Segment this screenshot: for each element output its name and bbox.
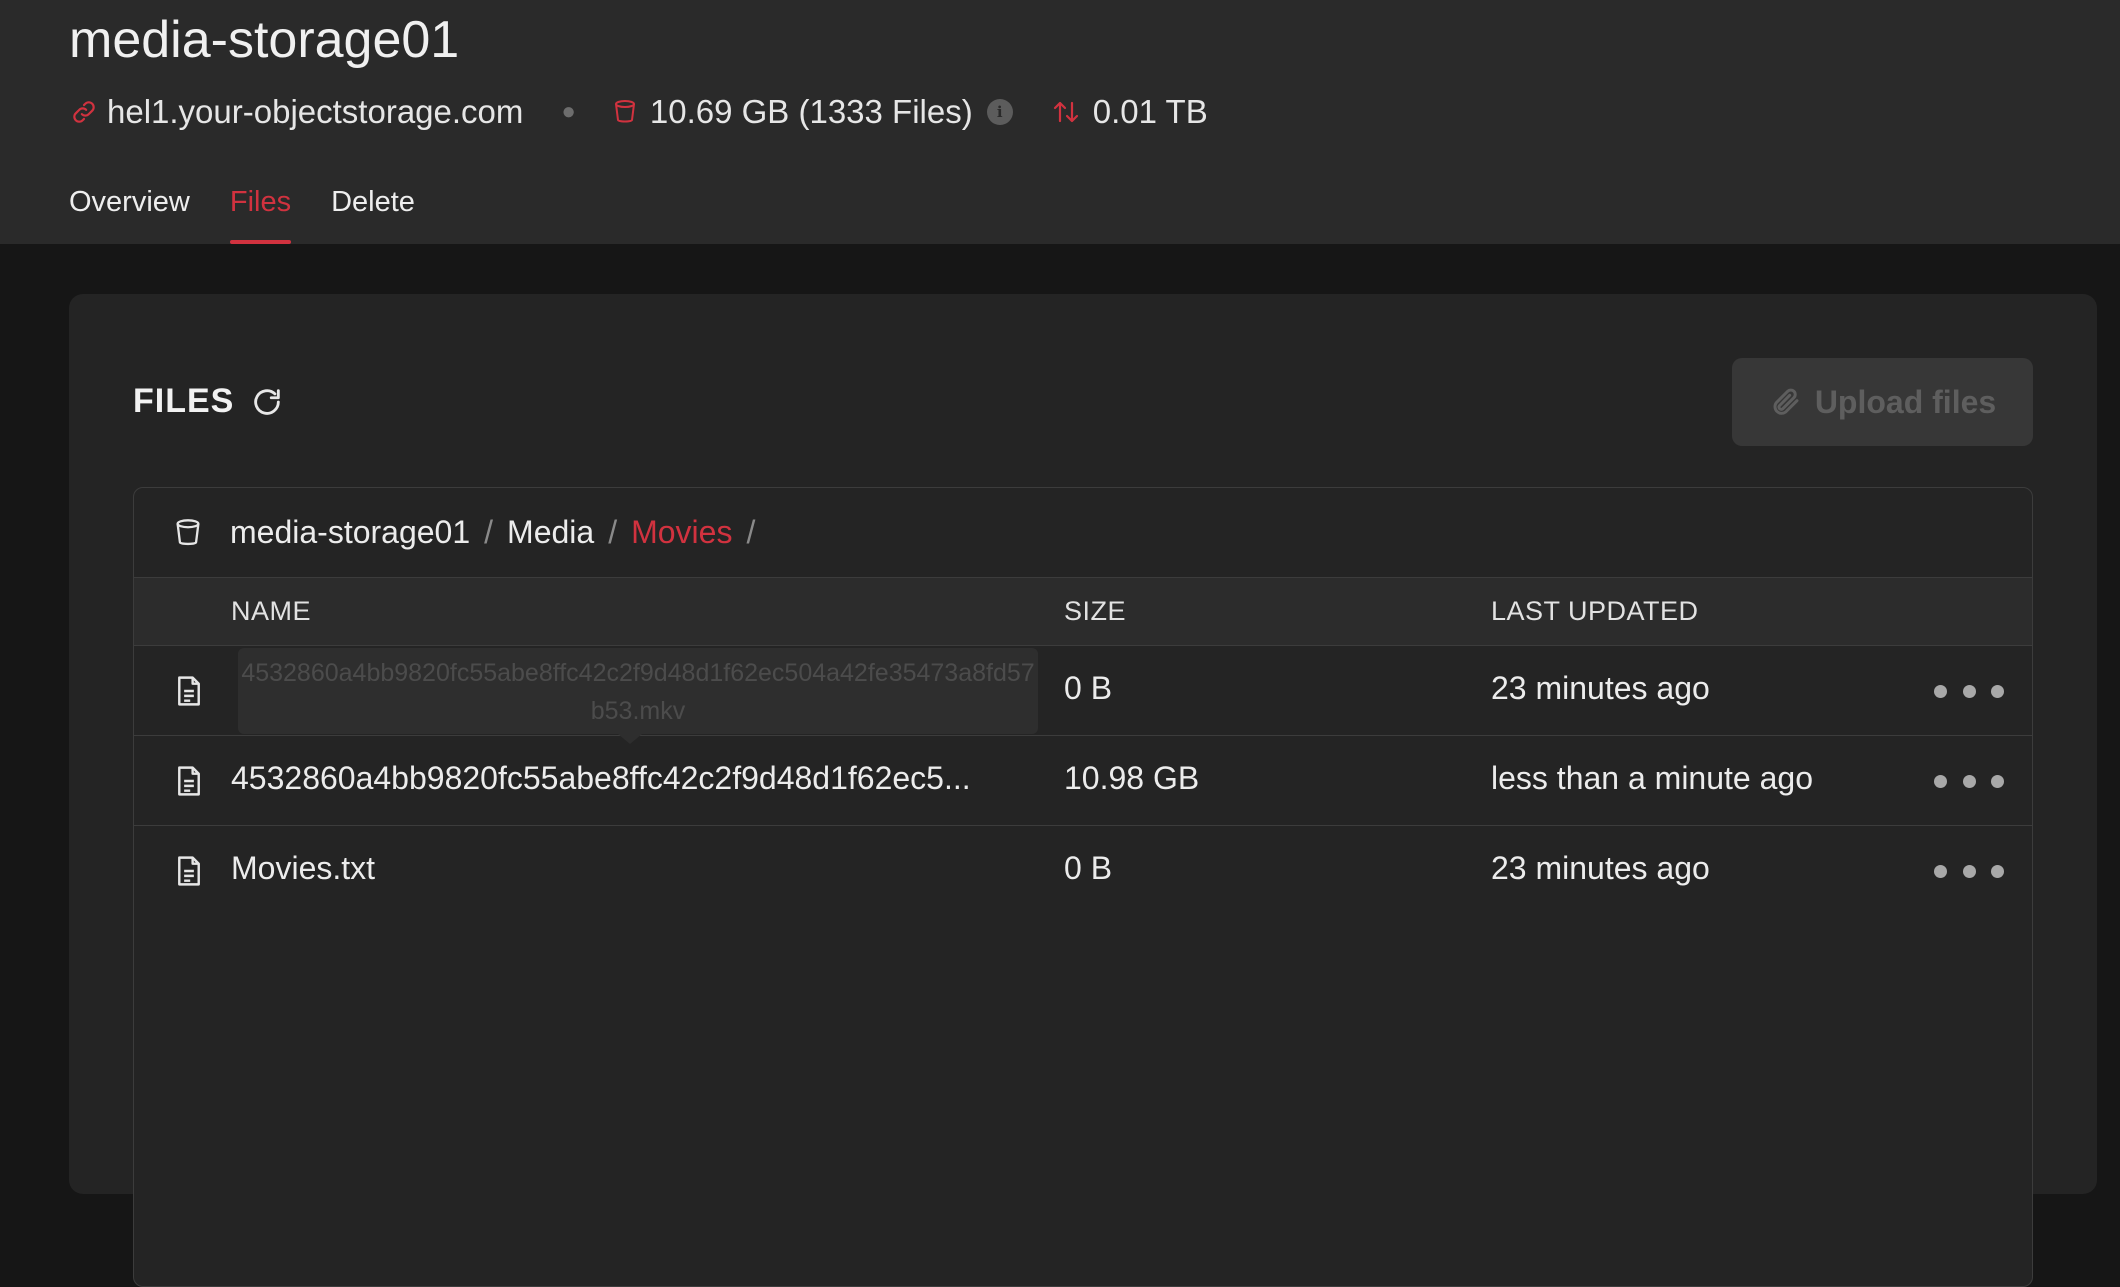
upload-files-label: Upload files [1814,383,1997,420]
column-last-updated[interactable]: LAST UPDATED [1491,596,1699,627]
file-size: 10.98 GB [1064,760,1200,796]
files-heading: FILES [133,382,284,421]
file-last-updated: 23 minutes ago [1491,670,1710,706]
traffic-text: 0.01 TB [1092,93,1208,130]
breadcrumb-separator: / [746,514,756,550]
file-name[interactable]: Movies.txt [231,850,1031,887]
usage-text: 10.69 GB (1333 Files) [649,93,973,130]
meta-separator: ● [561,98,576,125]
table-row[interactable]: Movies.txt 0 B 23 minutes ago [134,826,2032,916]
file-name[interactable]: 4532860a4bb9820fc55abe8ffc42c2f9d48d1f62… [231,760,1031,797]
upload-files-button[interactable]: Upload files [1732,358,2033,446]
info-icon[interactable]: i [986,99,1013,125]
breadcrumb-bucket[interactable]: media-storage01 [230,514,470,551]
breadcrumb: media-storage01 / Media / Movies / [134,488,2032,578]
endpoint-text: hel1.your-objectstorage.com [107,93,524,130]
file-icon [174,854,204,888]
table-row[interactable]: 4532860a4bb9820fc55abe8ffc42c2f9d48d1f62… [134,736,2032,826]
bucket-icon [610,97,640,127]
link-icon [69,97,99,127]
tab-bar: Overview Files Delete [69,180,455,244]
column-size[interactable]: SIZE [1064,596,1126,627]
bucket-meta: hel1.your-objectstorage.com ● 10.69 GB (… [69,88,1208,136]
files-panel: FILES Upload files media-storage01 / Med… [69,294,2097,1287]
more-horizontal-icon[interactable] [1934,672,2004,710]
tab-overview[interactable]: Overview [69,180,190,244]
file-size: 0 B [1064,850,1113,886]
paperclip-icon [1769,386,1801,418]
file-icon [174,764,204,798]
file-last-updated: less than a minute ago [1491,760,1813,796]
tab-files[interactable]: Files [229,180,292,244]
more-horizontal-icon[interactable] [1934,852,2004,890]
breadcrumb-media[interactable]: Media [507,514,594,551]
file-browser: media-storage01 / Media / Movies / NAME … [133,487,2033,1287]
file-icon [174,674,204,708]
file-name-tooltip: 4532860a4bb9820fc55abe8ffc42c2f9d48d1f62… [238,648,1038,744]
tab-delete[interactable]: Delete [331,180,415,244]
file-size: 0 B [1064,670,1113,706]
breadcrumb-separator: / [608,514,618,550]
column-name[interactable]: NAME [231,596,311,627]
refresh-icon[interactable] [250,385,284,419]
table-row[interactable]: 0 B 23 minutes ago 4532860a4bb9820fc55ab… [134,646,2032,744]
more-horizontal-icon[interactable] [1934,762,2004,800]
files-heading-label: FILES [133,382,235,420]
file-last-updated: 23 minutes ago [1491,850,1710,886]
arrows-up-down-icon [1051,97,1081,127]
breadcrumb-movies[interactable]: Movies [631,514,732,551]
page-title: media-storage01 [69,11,460,69]
bucket-header: media-storage01 hel1.your-objectstorage.… [0,0,2120,244]
bucket-icon [174,518,204,548]
table-header: NAME SIZE LAST UPDATED [134,578,2032,646]
breadcrumb-separator: / [484,514,494,550]
